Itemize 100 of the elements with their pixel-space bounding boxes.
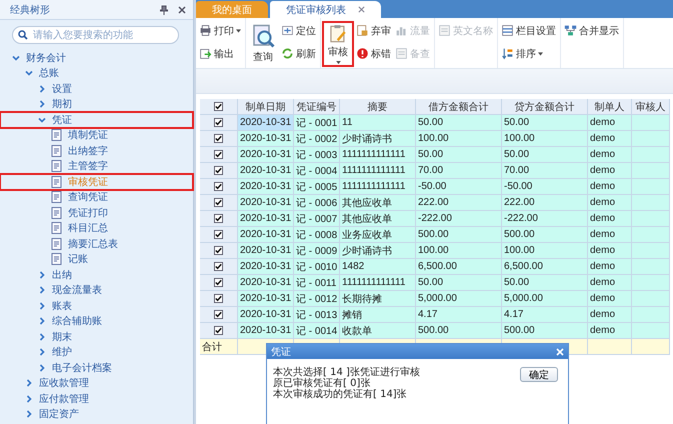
toolbar-button[interactable]: 标错	[355, 45, 392, 62]
row-checkbox[interactable]	[200, 291, 238, 307]
table-cell: 100.00	[416, 243, 502, 259]
table-cell: 2020-10-31	[238, 179, 294, 195]
checkbox[interactable]	[214, 134, 223, 143]
tree-item[interactable]: 凭证打印	[0, 205, 193, 220]
tree-item[interactable]: 综合辅助账	[0, 314, 193, 329]
column-header: 制单人	[588, 99, 632, 115]
tree-item[interactable]: 期初	[0, 96, 193, 112]
table-cell: 500.00	[416, 323, 502, 339]
checkbox[interactable]	[214, 278, 223, 287]
row-checkbox[interactable]	[200, 211, 238, 227]
checkbox[interactable]	[214, 246, 223, 255]
checkbox[interactable]	[214, 310, 223, 319]
row-checkbox[interactable]	[200, 275, 238, 291]
toolbar-button[interactable]: 合并显示	[563, 22, 620, 39]
tree-item[interactable]: 凭证	[0, 112, 193, 128]
table-cell: demo	[588, 259, 632, 275]
tree-item[interactable]: 总账	[0, 66, 193, 81]
checkbox[interactable]	[214, 182, 223, 191]
tab[interactable]: 凭证审核列表	[270, 1, 381, 18]
dialog-title: 凭证	[271, 346, 291, 358]
tree-item[interactable]: 出纳	[0, 267, 193, 282]
checkbox[interactable]	[214, 230, 223, 239]
tree-item[interactable]: 填制凭证	[0, 128, 193, 143]
row-checkbox[interactable]	[200, 227, 238, 243]
toolbar-button[interactable]: 输出	[198, 45, 235, 62]
table-cell: 1111111111111	[340, 163, 416, 179]
table-cell	[632, 243, 670, 259]
tree-item[interactable]: 期末	[0, 329, 193, 344]
tree-item[interactable]: 现金流量表	[0, 282, 193, 298]
close-icon[interactable]	[177, 4, 187, 14]
row-checkbox[interactable]	[200, 259, 238, 275]
table-cell: 5,000.00	[502, 291, 588, 307]
search-field[interactable]: 请输入您要搜索的功能	[12, 26, 179, 44]
tree-item[interactable]: 财务会计	[0, 50, 193, 66]
tree-item[interactable]: 出纳签字	[0, 143, 193, 158]
checkbox[interactable]	[214, 262, 223, 271]
toolbar-button[interactable]: 打印	[198, 22, 242, 39]
tree-item[interactable]: 电子会计档案	[0, 360, 193, 376]
row-checkbox[interactable]	[200, 147, 238, 163]
tree-item[interactable]: 主管签字	[0, 158, 193, 174]
row-checkbox[interactable]	[200, 307, 238, 323]
tree-item[interactable]: 科目汇总	[0, 220, 193, 236]
tree-item[interactable]: 应付款管理	[0, 391, 193, 406]
checkbox[interactable]	[214, 214, 223, 223]
table-cell: 2020-10-31	[238, 275, 294, 291]
footer-label: 合计	[200, 339, 238, 355]
toolbar-button[interactable]: 排序	[500, 45, 544, 62]
checkbox[interactable]	[214, 326, 223, 335]
tree-item[interactable]: 记账	[0, 252, 193, 267]
table-cell: 500.00	[416, 227, 502, 243]
table-cell: demo	[588, 115, 632, 131]
table-cell: 70.00	[416, 163, 502, 179]
checkbox[interactable]	[214, 118, 223, 127]
checkbox[interactable]	[214, 102, 223, 111]
table-cell: 记 - 0003	[294, 147, 340, 163]
search-icon	[251, 24, 275, 48]
toolbar-button[interactable]: 栏目设置	[500, 22, 557, 39]
row-checkbox[interactable]	[200, 115, 238, 131]
toolbar-button[interactable]: 定位	[280, 22, 317, 39]
table-cell: demo	[588, 243, 632, 259]
tree-item[interactable]: 设置	[0, 81, 193, 96]
toolbar-button[interactable]: 弃审	[355, 22, 392, 39]
close-icon[interactable]	[358, 6, 365, 13]
toolbar-button[interactable]: 审核	[323, 22, 353, 66]
table-cell: 1111111111111	[340, 147, 416, 163]
tree-item[interactable]: 维护	[0, 344, 193, 360]
checkbox[interactable]	[214, 198, 223, 207]
row-checkbox[interactable]	[200, 243, 238, 259]
checkbox[interactable]	[214, 150, 223, 159]
header-checkbox[interactable]	[200, 99, 238, 115]
toolbar-button[interactable]: 刷新	[280, 45, 317, 62]
table-cell: 4.17	[416, 307, 502, 323]
table-cell: 2020-10-31	[238, 131, 294, 147]
document-icon	[51, 176, 62, 188]
tree-item[interactable]: 账表	[0, 298, 193, 314]
table-cell	[632, 323, 670, 339]
document-icon	[51, 191, 62, 204]
ok-button[interactable]: 确定	[520, 367, 558, 382]
message-text: 本次审核成功的凭证有[ 14]张	[273, 389, 408, 400]
table-cell: 记 - 0005	[294, 179, 340, 195]
table-cell: demo	[588, 147, 632, 163]
row-checkbox[interactable]	[200, 179, 238, 195]
tree-item[interactable]: 查询凭证	[0, 190, 193, 205]
toolbar-button[interactable]: 查询	[248, 22, 278, 66]
checkbox[interactable]	[214, 166, 223, 175]
tree-item[interactable]: 应收款管理	[0, 376, 193, 391]
row-checkbox[interactable]	[200, 323, 238, 339]
pin-icon[interactable]	[159, 4, 169, 14]
tree-item[interactable]: 固定资产	[0, 406, 193, 422]
row-checkbox[interactable]	[200, 131, 238, 147]
caret-icon	[236, 28, 241, 32]
table-cell: 记 - 0007	[294, 211, 340, 227]
row-checkbox[interactable]	[200, 163, 238, 179]
table-cell: 1482	[340, 259, 416, 275]
tree-item[interactable]: 摘要汇总表	[0, 236, 193, 252]
checkbox[interactable]	[214, 294, 223, 303]
row-checkbox[interactable]	[200, 195, 238, 211]
footer-cell	[632, 339, 670, 355]
